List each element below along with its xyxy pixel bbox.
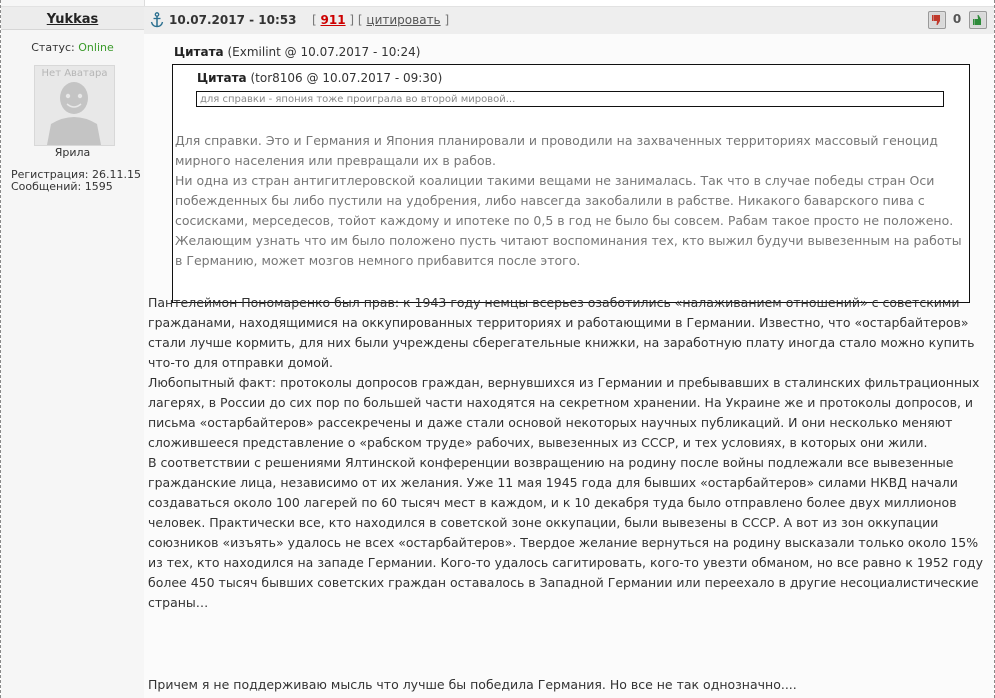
post-number-link[interactable]: 911 xyxy=(321,13,346,27)
post-closing: Причем я не поддерживаю мысль что лучше … xyxy=(148,677,797,692)
post-body: Пантелеймон Пономаренко был прав: к 1943… xyxy=(148,293,990,613)
post-paragraph: Любопытный факт: протоколы допросов граж… xyxy=(148,375,980,450)
inner-quote-block: для справки - япония тоже проиграла во в… xyxy=(196,91,944,107)
anchor-icon[interactable] xyxy=(150,12,164,28)
quote-link[interactable]: цитировать xyxy=(366,13,440,27)
user-panel: Yukkas Статус: Online Нет Аватара Ярила … xyxy=(1,0,145,698)
user-rank: Ярила xyxy=(54,146,91,159)
post-header: 10.07.2017 - 10:53 [ 911 ] [ цитировать … xyxy=(144,6,994,35)
user-status: Статус: Online xyxy=(1,41,144,54)
post-paragraph: Пантелеймон Пономаренко был прав: к 1943… xyxy=(148,295,975,370)
forum-post: Yukkas Статус: Online Нет Аватара Ярила … xyxy=(0,0,995,698)
bracket-mid: ] [ xyxy=(349,13,363,27)
avatar-silhouette-icon xyxy=(47,82,101,145)
quote-meta: (Exmilint @ 10.07.2017 - 10:24) xyxy=(227,45,421,59)
username-link[interactable]: Yukkas xyxy=(47,12,99,27)
bracket-close: ] xyxy=(444,13,450,27)
post-paragraph: В соответствии с решениями Ялтинской кон… xyxy=(148,455,983,610)
quote-label: Цитата xyxy=(174,45,224,59)
thumbs-down-icon xyxy=(930,13,944,27)
quote-body: Для справки. Это и Германия и Япония пла… xyxy=(173,131,969,271)
username-bar: Yukkas xyxy=(1,6,144,30)
quote-block: Цитата (tor8106 @ 10.07.2017 - 09:30) дл… xyxy=(172,64,970,303)
thumbs-up-icon xyxy=(971,13,985,27)
avatar: Нет Аватара xyxy=(34,65,115,146)
rating-widget: 0 xyxy=(928,11,987,29)
status-online: Online xyxy=(78,41,114,54)
post-content: Цитата (Exmilint @ 10.07.2017 - 10:24) Ц… xyxy=(144,34,994,698)
quote-paragraph: Для справки. Это и Германия и Япония пла… xyxy=(175,133,938,168)
status-label: Статус: xyxy=(31,41,75,54)
rating-count: 0 xyxy=(952,12,962,26)
post-links: [ 911 ] [ цитировать ] xyxy=(312,13,449,27)
thumbs-up-button[interactable] xyxy=(969,11,987,29)
thumbs-down-button[interactable] xyxy=(928,11,946,29)
inner-quote-header: Цитата (tor8106 @ 10.07.2017 - 09:30) xyxy=(197,71,442,85)
inner-quote-label: Цитата xyxy=(197,71,247,85)
quote-paragraph: Ни одна из стран антигитлеровской коалиц… xyxy=(175,173,962,268)
post-date: 10.07.2017 - 10:53 xyxy=(169,13,297,27)
inner-quote-meta: (tor8106 @ 10.07.2017 - 09:30) xyxy=(250,71,443,85)
message-count: Сообщений: 1595 xyxy=(11,180,113,193)
quote-header: Цитата (Exmilint @ 10.07.2017 - 10:24) xyxy=(174,45,420,59)
bracket-open: [ xyxy=(312,13,317,27)
user-stats: Регистрация: 26.11.15 Сообщений: 1595 xyxy=(11,169,141,193)
